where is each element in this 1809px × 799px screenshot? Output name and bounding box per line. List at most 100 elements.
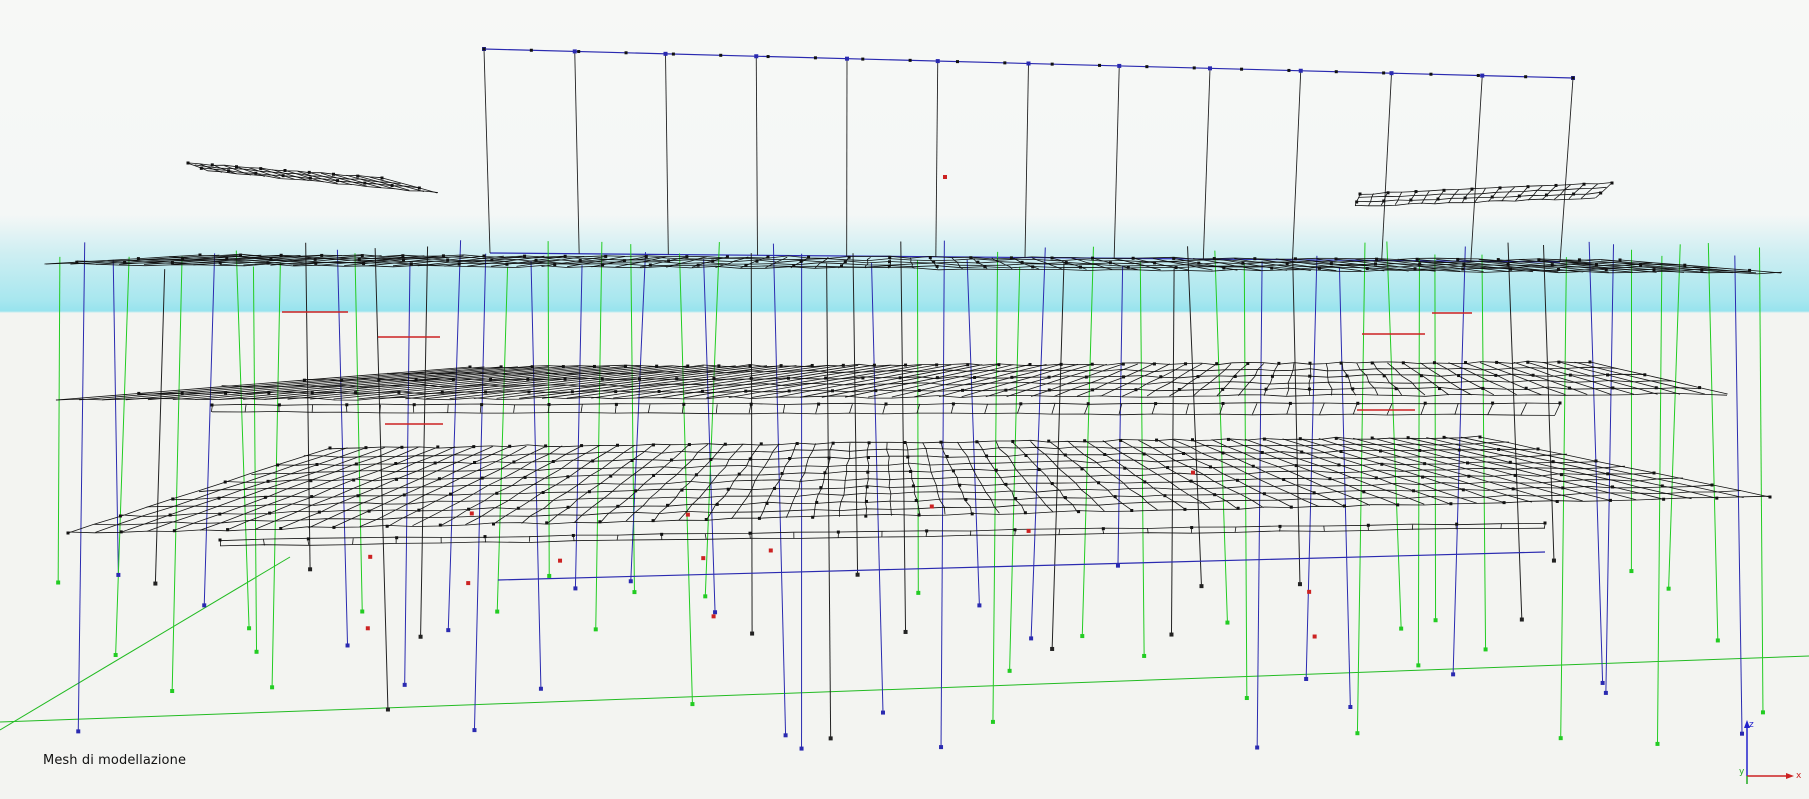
column-line bbox=[1481, 254, 1487, 650]
column-base-node bbox=[1603, 690, 1608, 695]
deck-node bbox=[861, 376, 865, 380]
parapet-node bbox=[1298, 68, 1303, 73]
deck-node bbox=[1531, 373, 1535, 377]
column-base-node bbox=[538, 686, 543, 691]
parapet-post bbox=[1381, 73, 1392, 261]
deck-node bbox=[951, 402, 955, 406]
deck-node bbox=[1365, 267, 1369, 271]
deck-col bbox=[1319, 403, 1325, 415]
deck-node bbox=[1131, 256, 1135, 260]
deck-node bbox=[1294, 464, 1298, 468]
deck-node bbox=[360, 254, 364, 258]
deck-node bbox=[872, 363, 876, 367]
deck-node bbox=[1414, 190, 1418, 194]
deck-col bbox=[352, 538, 354, 545]
deck-node bbox=[1386, 191, 1390, 195]
parapet-node bbox=[1192, 66, 1196, 70]
column-line bbox=[1543, 244, 1555, 561]
deck-node bbox=[1599, 191, 1603, 195]
deck-node bbox=[484, 390, 488, 394]
deck-node bbox=[1366, 523, 1370, 527]
deck-node bbox=[223, 480, 227, 484]
model-viewport[interactable]: Mesh di modellazione z x y bbox=[0, 0, 1809, 799]
deck-node bbox=[685, 255, 689, 259]
red-node bbox=[685, 512, 690, 517]
parapet-node bbox=[935, 59, 940, 64]
deck-node bbox=[709, 458, 713, 461]
deck-node bbox=[1233, 374, 1237, 378]
deck-node bbox=[810, 363, 814, 367]
column-base-node bbox=[1433, 618, 1438, 623]
deck-col bbox=[704, 533, 707, 540]
deck-node bbox=[377, 378, 381, 382]
column-line bbox=[1656, 255, 1663, 744]
deck-node bbox=[136, 257, 140, 261]
deck-node bbox=[345, 403, 349, 407]
deck-node bbox=[669, 458, 673, 462]
column-line bbox=[1386, 241, 1402, 629]
deck-node bbox=[964, 498, 968, 502]
deck-col bbox=[914, 364, 1047, 398]
deck-node bbox=[1182, 452, 1186, 455]
column-base-node bbox=[402, 682, 407, 687]
column-line bbox=[1243, 263, 1248, 699]
deck-node bbox=[1506, 262, 1510, 266]
deck-node bbox=[1023, 511, 1027, 515]
deck-node bbox=[614, 390, 618, 394]
deck-node bbox=[1142, 452, 1146, 456]
column-line bbox=[852, 253, 859, 575]
parapet-node bbox=[1050, 62, 1054, 66]
deck-node bbox=[749, 402, 753, 406]
deck-node bbox=[969, 256, 973, 260]
deck-node bbox=[604, 254, 608, 258]
deck-node bbox=[1370, 436, 1374, 440]
column-base-node bbox=[1551, 558, 1556, 563]
deck-node bbox=[578, 258, 582, 262]
deck-node bbox=[1298, 437, 1302, 441]
deck-node bbox=[449, 492, 453, 496]
deck-node bbox=[1418, 262, 1422, 266]
deck-node bbox=[1556, 267, 1560, 271]
deck-node bbox=[1221, 387, 1225, 391]
deck-node bbox=[508, 444, 512, 448]
deck-node bbox=[1455, 522, 1459, 526]
deck-node bbox=[961, 388, 965, 392]
deck-node bbox=[352, 478, 356, 482]
deck-node bbox=[1418, 449, 1422, 452]
deck-node bbox=[1334, 257, 1338, 261]
column-base-node bbox=[418, 634, 423, 639]
deck-node bbox=[66, 531, 70, 535]
axis-gizmo[interactable]: z x y bbox=[1732, 718, 1802, 786]
deck-node bbox=[1432, 361, 1436, 365]
deck-node bbox=[866, 456, 870, 459]
column-base-node bbox=[547, 573, 552, 578]
deck-node bbox=[1618, 258, 1622, 262]
deck-node bbox=[630, 459, 634, 462]
deck-node bbox=[310, 391, 314, 395]
deck-col bbox=[1263, 363, 1280, 396]
deck-node bbox=[1143, 480, 1147, 484]
column-base-node bbox=[247, 626, 252, 631]
deck-node bbox=[1375, 257, 1379, 261]
column-base-node bbox=[1348, 705, 1353, 710]
mesh-scene[interactable] bbox=[0, 0, 1809, 799]
deck-node bbox=[199, 166, 203, 170]
column-base-node bbox=[916, 590, 921, 595]
deck-node bbox=[320, 253, 324, 257]
deck-node bbox=[400, 445, 404, 449]
deck-node bbox=[1559, 473, 1563, 477]
deck-col bbox=[1054, 363, 1138, 397]
deck-col bbox=[447, 404, 449, 413]
deck-node bbox=[1300, 450, 1304, 454]
deck-node bbox=[1543, 521, 1547, 525]
deck-node bbox=[1010, 375, 1014, 379]
column-line bbox=[703, 259, 716, 613]
deck-node bbox=[523, 475, 527, 479]
deck-node bbox=[441, 254, 445, 258]
deck-node bbox=[380, 176, 384, 180]
deck-node bbox=[807, 255, 811, 259]
column-line bbox=[1139, 261, 1145, 656]
parapet-post bbox=[1113, 65, 1120, 259]
deck-node bbox=[717, 364, 721, 368]
parapet-node bbox=[482, 47, 486, 51]
